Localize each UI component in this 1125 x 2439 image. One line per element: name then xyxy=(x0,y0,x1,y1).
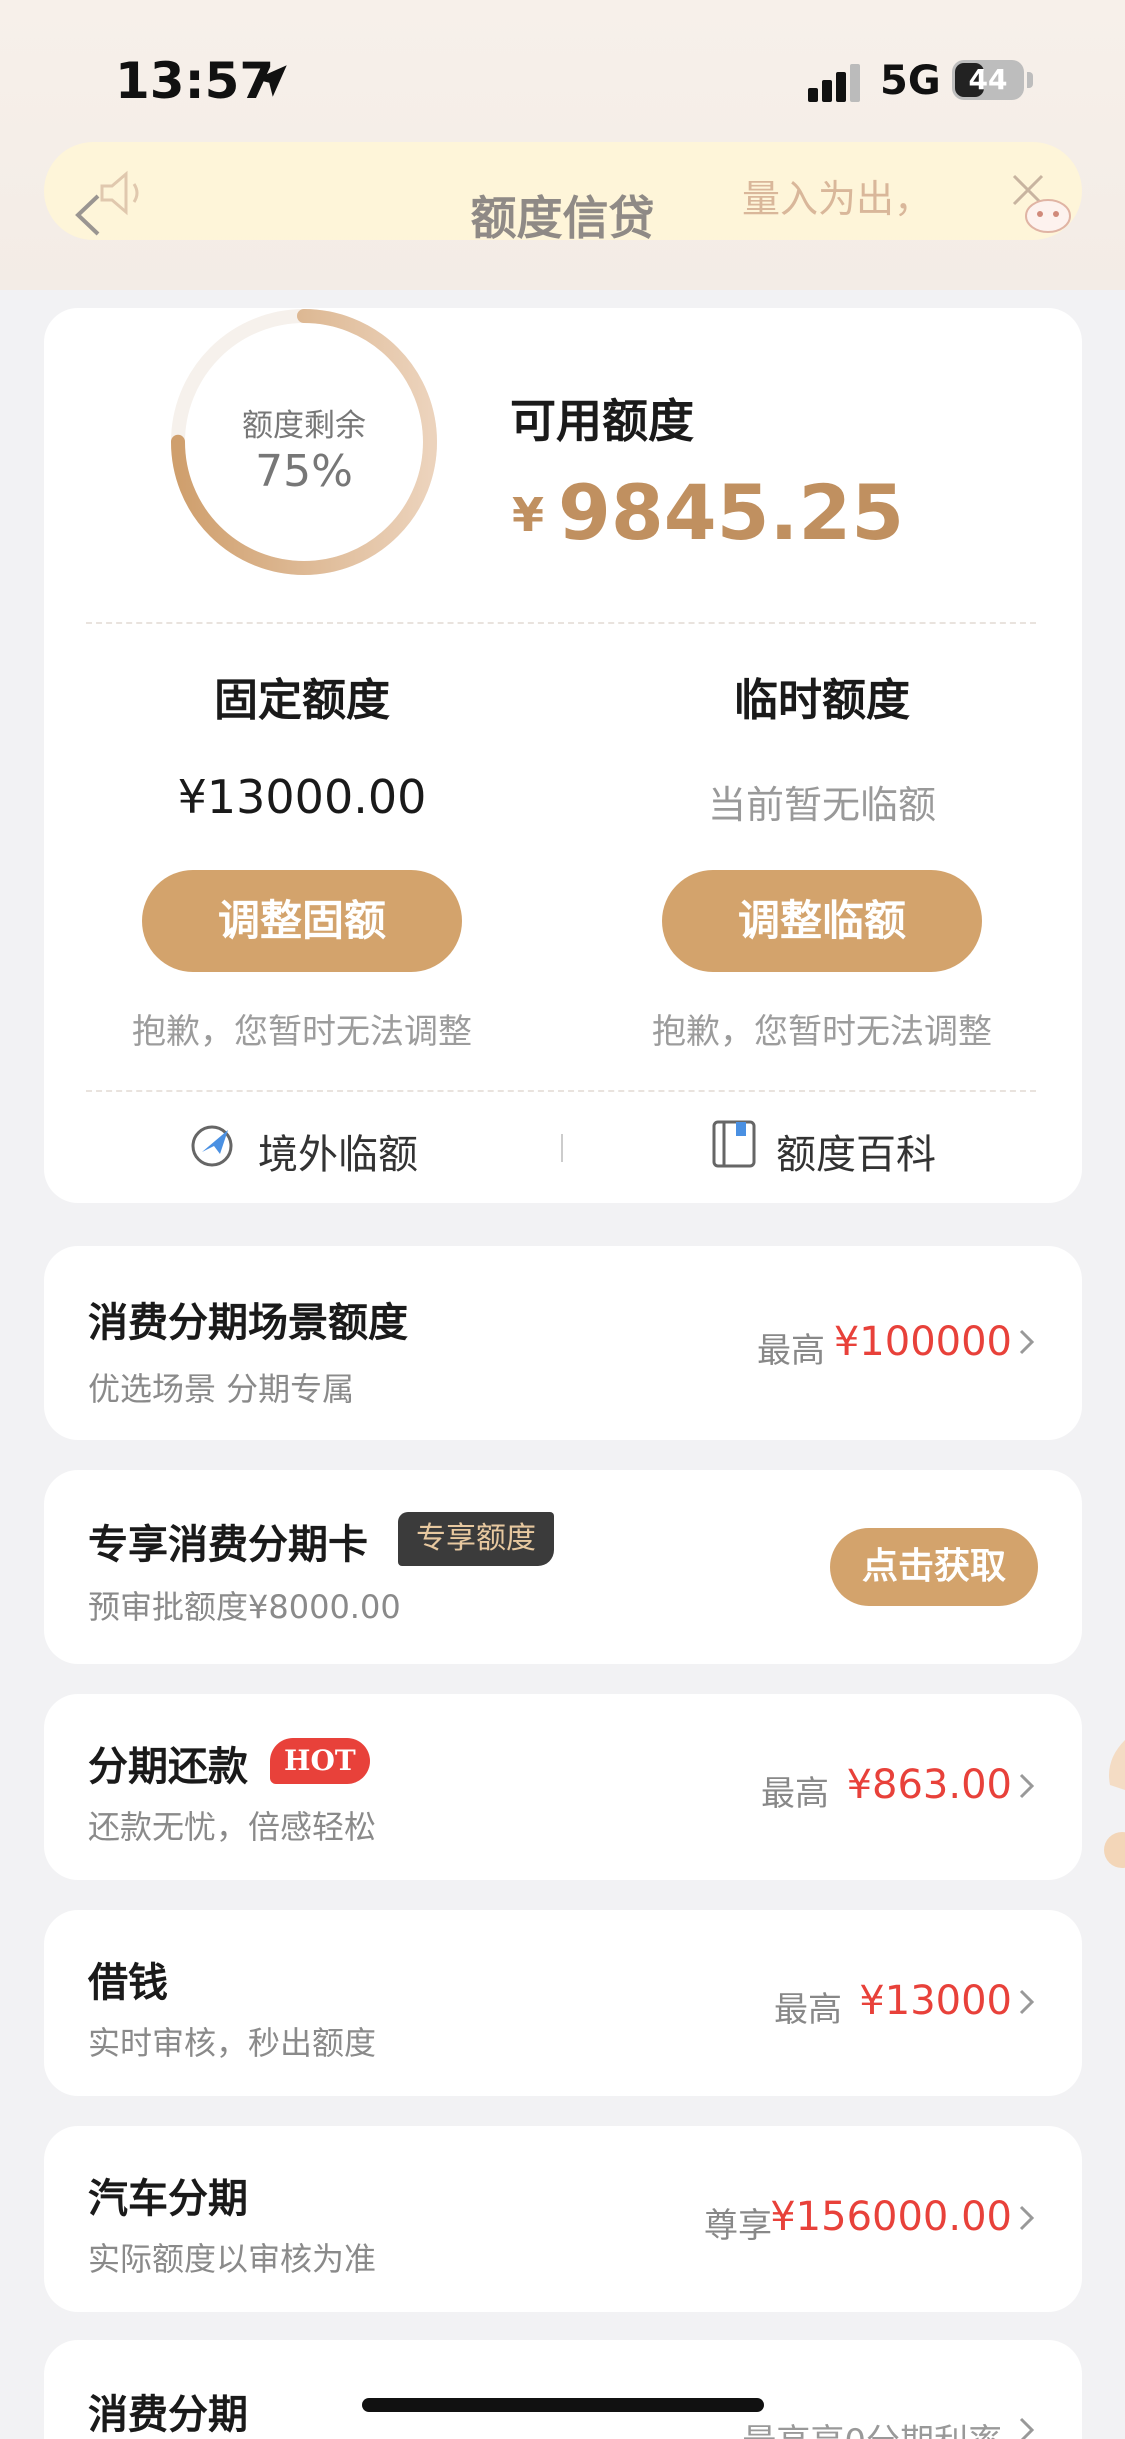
home-indicator xyxy=(362,2398,764,2412)
chevron-right-icon xyxy=(1019,1989,1035,2015)
row-title: 借钱 xyxy=(88,1960,168,2006)
row-amount: ¥100000 xyxy=(833,1319,1012,1365)
row-title: 分期还款 xyxy=(88,1744,248,1790)
hot-badge: HOT xyxy=(270,1738,370,1784)
location-arrow-icon xyxy=(255,65,287,97)
row-prefix: 最高 xyxy=(757,1331,825,1371)
list-item-borrow[interactable]: 借钱 实时审核，秒出额度 最高 ¥13000 xyxy=(44,1910,1082,2096)
row-subtitle: 还款无忧，倍感轻松 xyxy=(88,1808,377,1846)
customer-service-icon[interactable] xyxy=(1018,190,1078,236)
row-title: 消费分期 xyxy=(88,2392,248,2438)
row-prefix: 最高享0分期利率 xyxy=(742,2414,1002,2439)
available-credit-amount: 9845.25 xyxy=(558,468,905,557)
list-item-car-installment[interactable]: 汽车分期 实际额度以审核为准 尊享 ¥156000.00 xyxy=(44,2126,1082,2312)
notice-text: 量入为出， xyxy=(742,177,933,221)
remaining-label: 额度剩余 xyxy=(242,408,366,444)
temporary-adjust-note: 抱歉，您暂时无法调整 xyxy=(652,1012,992,1052)
list-item-scene-credit[interactable]: 消费分期场景额度 优选场景 分期专属 最高 ¥100000 xyxy=(44,1246,1082,1440)
exclusive-credit-tag: 专享额度 xyxy=(398,1512,554,1566)
overseas-temp-credit-link[interactable]: 境外临额 xyxy=(258,1122,418,1180)
credit-wiki-link[interactable]: 额度百科 xyxy=(776,1122,936,1180)
row-amount: ¥863.00 xyxy=(846,1762,1012,1808)
row-amount: ¥156000.00 xyxy=(770,2194,1012,2240)
signal-icon xyxy=(808,64,860,102)
book-icon xyxy=(712,1120,756,1168)
chevron-right-icon xyxy=(1019,1329,1035,1355)
list-item-installment-repay[interactable]: 分期还款 HOT 还款无忧，倍感轻松 最高 ¥863.00 xyxy=(44,1694,1082,1880)
row-prefix: 尊享 xyxy=(704,2206,772,2246)
row-prefix: 最高 xyxy=(774,1990,842,2030)
link-separator xyxy=(561,1134,563,1162)
row-prefix: 最高 xyxy=(761,1774,829,1814)
adjust-fixed-button[interactable]: 调整固额 xyxy=(142,870,462,972)
fixed-credit-value: ¥13000.00 xyxy=(177,770,427,824)
get-now-button[interactable]: 点击获取 xyxy=(830,1528,1038,1606)
row-subtitle: 实时审核，秒出额度 xyxy=(88,2024,377,2062)
plane-icon xyxy=(191,1125,233,1167)
row-subtitle: 实际额度以审核为准 xyxy=(88,2240,377,2278)
chevron-right-icon xyxy=(1019,1773,1035,1799)
network-type: 5G xyxy=(880,58,941,104)
row-subtitle: 优选场景 分期专属 xyxy=(88,1370,355,1408)
battery-tip xyxy=(1027,72,1033,88)
divider xyxy=(86,622,1036,624)
fixed-adjust-note: 抱歉，您暂时无法调整 xyxy=(132,1012,472,1052)
page-title: 额度信贷 xyxy=(470,191,655,245)
adjust-temporary-button[interactable]: 调整临额 xyxy=(662,870,982,972)
available-credit-label: 可用额度 xyxy=(510,394,694,448)
remaining-percent: 75% xyxy=(255,446,353,497)
currency-symbol: ¥ xyxy=(512,488,545,542)
divider xyxy=(86,1090,1036,1092)
floating-mascot-icon[interactable] xyxy=(1100,1740,1125,1870)
fixed-credit-title: 固定额度 xyxy=(214,675,390,726)
temporary-credit-title: 临时额度 xyxy=(734,675,910,726)
row-title: 消费分期场景额度 xyxy=(88,1300,408,1346)
chevron-right-icon xyxy=(1019,2417,1035,2439)
row-title: 汽车分期 xyxy=(88,2176,248,2222)
list-item-consumer-installment[interactable]: 消费分期 最高享0分期利率 xyxy=(44,2340,1082,2439)
battery-level: 44 xyxy=(968,63,1008,96)
row-amount: ¥13000 xyxy=(859,1978,1012,2024)
battery-icon: 44 xyxy=(952,60,1024,100)
list-item-exclusive-card[interactable]: 专享消费分期卡 专享额度 预审批额度¥8000.00 点击获取 xyxy=(44,1470,1082,1664)
row-title: 专享消费分期卡 xyxy=(88,1522,368,1568)
chevron-right-icon xyxy=(1019,2205,1035,2231)
row-subtitle: 预审批额度¥8000.00 xyxy=(88,1588,401,1626)
temporary-credit-value: 当前暂无临额 xyxy=(707,783,936,827)
